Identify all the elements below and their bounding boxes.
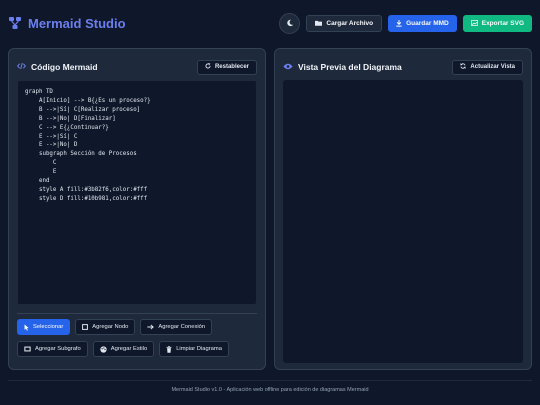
save-mmd-label: Guardar MMD [406,19,449,27]
brand: Mermaid Studio [8,16,126,31]
diagram-logo-icon [8,16,22,30]
code-line: E -->|Sí| C [25,133,78,140]
eye-icon [283,62,293,72]
refresh-view-button[interactable]: Actualizar Vista [452,59,523,75]
code-line: style A fill:#3b82f6,color:#fff [25,186,148,193]
add-style-label: Agregar Estilo [110,346,148,352]
app-title: Mermaid Studio [28,15,126,31]
code-line: subgraph Sección de Procesos [25,151,137,158]
code-line: A[Inicio] --> B{¿Es un proceso?} [25,97,151,104]
add-subgraph-button[interactable]: Agregar Subgrafo [17,341,88,357]
diagram-canvas[interactable] [283,80,523,363]
arrow-right-icon [147,324,155,330]
add-subgraph-label: Agregar Subgrafo [35,346,81,352]
pointer-icon [24,323,29,331]
add-style-button[interactable]: Agregar Estilo [92,341,155,357]
code-line: C [25,160,57,167]
code-icon [16,62,27,72]
code-line: E -->|No| D [25,142,78,149]
reset-icon [205,62,211,71]
clear-diagram-button[interactable]: Limpiar Diagrama [159,341,229,357]
footer-text: Mermaid Studio v1.0 - Aplicación web off… [171,387,369,393]
square-icon [82,324,89,330]
palette-icon [100,345,107,353]
code-line: style D fill:#10b981,color:#fff [25,195,148,202]
tool-row-secondary: Agregar Subgrafo Agregar Estilo Limpiar … [17,341,229,357]
code-panel-title: Código Mermaid [16,62,98,72]
add-node-label: Agregar Nodo [92,324,129,330]
subgraph-icon [24,346,31,352]
moon-icon [286,14,294,32]
code-line: graph TD [25,89,53,95]
select-tool-button[interactable]: Seleccionar [17,319,71,335]
trash-icon [166,345,172,353]
preview-panel-title-text: Vista Previa del Diagrama [298,62,402,72]
code-line: B -->|Sí| C[Realizar proceso] [25,106,141,113]
clear-diagram-label: Limpiar Diagrama [176,346,222,352]
add-node-button[interactable]: Agregar Nodo [75,319,136,335]
theme-toggle-button[interactable] [279,12,301,34]
download-icon [396,19,402,27]
preview-panel-title: Vista Previa del Diagrama [283,62,402,72]
export-svg-label: Exportar SVG [481,19,524,27]
add-connection-label: Agregar Conexión [158,324,206,330]
tool-row-primary: Seleccionar Agregar Nodo Agregar Conexió… [17,319,213,335]
code-line: end [25,178,50,185]
image-icon [470,20,478,26]
save-mmd-button[interactable]: Guardar MMD [388,14,457,32]
load-file-button[interactable]: Cargar Archivo [306,14,383,32]
header-actions: Cargar Archivo Guardar MMD Exportar SVG [279,12,532,34]
export-svg-button[interactable]: Exportar SVG [462,14,532,32]
reset-label: Restablecer [214,64,249,70]
add-connection-button[interactable]: Agregar Conexión [140,319,213,335]
toolbar-divider [17,313,257,314]
code-panel-title-text: Código Mermaid [31,62,98,72]
code-editor-panel: Código Mermaid Restablecer graph TD A[In… [8,48,266,370]
diagram-preview-panel: Vista Previa del Diagrama Actualizar Vis… [274,48,532,370]
select-tool-label: Seleccionar [33,324,64,330]
app-header: Mermaid Studio Cargar Archivo Guardar MM… [0,0,540,46]
sync-icon [460,63,467,71]
reset-button[interactable]: Restablecer [196,59,257,75]
code-line: E [25,169,57,176]
folder-icon [315,20,323,26]
load-file-label: Cargar Archivo [326,19,374,27]
footer-divider [8,380,532,381]
code-line: B -->|No| D[Finalizar] [25,115,116,122]
code-line: C --> E{¿Continuar?} [25,124,109,131]
refresh-view-label: Actualizar Vista [470,64,515,70]
code-editor[interactable]: graph TD A[Inicio] --> B{¿Es un proceso?… [17,80,257,305]
